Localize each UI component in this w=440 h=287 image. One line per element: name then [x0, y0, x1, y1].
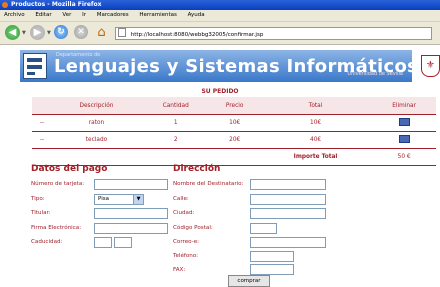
back-history-dropdown-icon[interactable]: ▼	[22, 30, 26, 36]
delete-icon	[398, 118, 410, 126]
url-bar[interactable]: http://localhost:8080/webbg32005/confirm…	[115, 27, 432, 40]
row-price: 20€	[210, 131, 259, 149]
order-title: SU PEDIDO	[201, 88, 239, 95]
navigation-toolbar: ◀ ▼ ▶ ▼ ↻ ✕ ⌂ http://localhost:8080/webb…	[0, 22, 440, 45]
menu-bar: Archivo Editar Ver Ir Marcadores Herrami…	[0, 10, 440, 22]
row-quantity: 1	[140, 114, 211, 132]
zip-label: Código Postal:	[173, 225, 213, 231]
fax-label: FAX:	[173, 267, 186, 273]
col-total: Total	[258, 97, 373, 115]
col-cantidad: Cantidad	[140, 97, 211, 115]
forward-history-dropdown-icon[interactable]: ▼	[47, 30, 51, 36]
phone-label: Teléfono:	[173, 253, 199, 259]
page-icon	[118, 28, 126, 37]
row-description: raton	[52, 114, 141, 132]
card-type-select[interactable]: Pisa ▼	[94, 194, 144, 205]
city-input[interactable]	[250, 208, 326, 219]
expiry-year-input[interactable]	[114, 237, 132, 248]
menu-herramientas[interactable]: Herramientas	[139, 12, 176, 18]
window-title: Productos - Mozilla Firefox	[11, 1, 102, 8]
menu-ayuda[interactable]: Ayuda	[188, 12, 205, 18]
stop-icon: ✕	[77, 27, 85, 37]
recipient-name-label: Nombre del Destinatario:	[173, 181, 244, 187]
menu-editar[interactable]: Editar	[35, 12, 51, 18]
street-input[interactable]	[250, 194, 326, 205]
row-total: 40€	[258, 131, 373, 149]
buy-button[interactable]: comprar	[228, 275, 270, 287]
delete-row-button[interactable]	[372, 131, 436, 149]
row-quantity: 2	[140, 131, 211, 149]
recipient-name-input[interactable]	[250, 179, 326, 190]
payment-section-title: Datos del pago	[31, 164, 108, 174]
row-marker: --	[32, 114, 52, 132]
signature-label: Firma Electrónica:	[31, 225, 82, 231]
signature-input[interactable]	[94, 223, 168, 234]
street-label: Calle:	[173, 196, 189, 202]
menu-ver[interactable]: Ver	[62, 12, 71, 18]
card-number-input[interactable]	[94, 179, 168, 190]
holder-label: Titular:	[31, 210, 51, 216]
university-seal-icon: ⚜	[421, 55, 440, 80]
firefox-icon	[2, 2, 8, 8]
forward-button[interactable]: ▶	[30, 25, 45, 40]
table-row: -- raton 1 10€ 10€	[32, 114, 436, 132]
row-total: 10€	[258, 114, 373, 132]
expiry-label: Caducidad:	[31, 239, 63, 245]
home-icon: ⌂	[97, 25, 106, 40]
department-logo-icon	[23, 53, 47, 79]
back-button[interactable]: ◀	[5, 25, 20, 40]
email-input[interactable]	[250, 237, 326, 248]
card-type-value: Pisa	[98, 196, 109, 202]
city-label: Ciudad:	[173, 210, 195, 216]
row-price: 10€	[210, 114, 259, 132]
department-banner: Departamento de Lenguajes y Sistemas Inf…	[20, 50, 418, 82]
url-text: http://localhost:8080/webbg32005/confirm…	[130, 32, 264, 38]
table-row: -- teclado 2 20€ 40€	[32, 131, 436, 149]
order-table-header: Descripción Cantidad Precio Total Elimin…	[32, 97, 436, 115]
stop-button[interactable]: ✕	[74, 25, 88, 39]
card-number-label: Número de tarjeta:	[31, 181, 85, 187]
address-section-title: Dirección	[173, 164, 221, 174]
zip-input[interactable]	[250, 223, 277, 234]
reload-button[interactable]: ↻	[54, 25, 68, 39]
col-precio: Precio	[210, 97, 259, 115]
col-eliminar: Eliminar	[372, 97, 436, 115]
delete-row-button[interactable]	[372, 114, 436, 132]
home-button[interactable]: ⌂	[94, 25, 109, 40]
chevron-down-icon[interactable]: ▼	[133, 195, 143, 204]
col-descripcion: Descripción	[52, 97, 141, 115]
window-titlebar: Productos - Mozilla Firefox	[0, 0, 440, 10]
menu-marcadores[interactable]: Marcadores	[97, 12, 129, 18]
expiry-month-input[interactable]	[94, 237, 112, 248]
total-label: Importe Total	[258, 148, 373, 166]
card-type-label: Tipo:	[31, 196, 45, 202]
row-marker: --	[32, 131, 52, 149]
phone-input[interactable]	[250, 251, 294, 262]
banner-university: Universidad de Sevilla	[347, 71, 403, 77]
total-row: Importe Total 50 €	[32, 148, 436, 166]
reload-icon: ↻	[57, 27, 65, 37]
email-label: Correo-e:	[173, 239, 200, 245]
menu-ir[interactable]: Ir	[82, 12, 86, 18]
row-description: teclado	[52, 131, 141, 149]
fax-input[interactable]	[250, 264, 294, 275]
forward-arrow-icon: ▶	[33, 27, 42, 38]
total-value: 50 €	[372, 148, 436, 166]
holder-input[interactable]	[94, 208, 168, 219]
delete-icon	[398, 135, 410, 143]
menu-archivo[interactable]: Archivo	[4, 12, 25, 18]
back-arrow-icon: ◀	[8, 27, 17, 38]
order-table: Descripción Cantidad Precio Total Elimin…	[32, 97, 436, 166]
